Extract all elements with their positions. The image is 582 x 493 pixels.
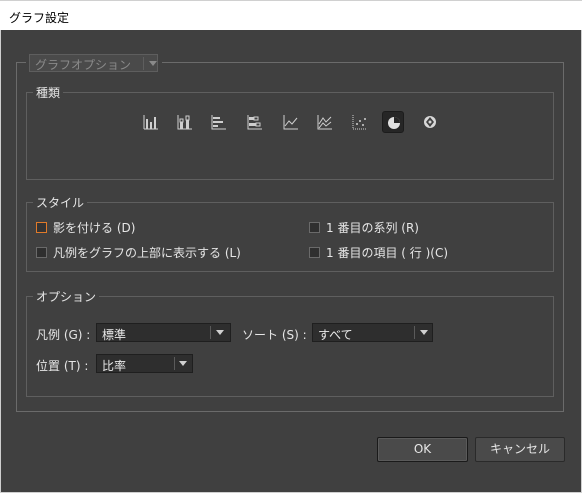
legend-top-checkbox-label: 凡例をグラフの上部に表示する (L) xyxy=(53,246,241,260)
sort-select-value: すべて xyxy=(318,328,353,342)
legend-top-checkbox-box[interactable] xyxy=(36,247,47,258)
legend-select-label: 凡例 (G) : xyxy=(36,328,91,342)
sort-select[interactable]: すべて xyxy=(312,323,433,342)
graph-option-dropdown-label: グラフオプション xyxy=(35,58,132,72)
radar-graph-icon[interactable] xyxy=(419,111,441,133)
dropdown-separator xyxy=(143,57,144,70)
graph-option-dropdown[interactable]: グラフオプション xyxy=(26,54,162,72)
position-select[interactable]: 比率 xyxy=(96,354,193,373)
option-group: オプション xyxy=(26,288,554,397)
dropdown-separator xyxy=(210,326,211,339)
first-item-checkbox-label: 1 番目の項目 ( 行 )(C) xyxy=(326,246,448,260)
type-group-legend: 種類 xyxy=(33,84,64,101)
shadow-checkbox[interactable]: 影を付ける (D) xyxy=(36,219,135,236)
shadow-checkbox-label: 影を付ける (D) xyxy=(53,221,136,235)
chevron-down-icon xyxy=(420,330,428,335)
chevron-down-icon xyxy=(149,61,157,66)
legend-top-checkbox[interactable]: 凡例をグラフの上部に表示する (L) xyxy=(36,244,241,261)
title-bar: グラフ設定 xyxy=(0,0,582,30)
shadow-checkbox-box[interactable] xyxy=(36,222,47,233)
line-graph-icon[interactable] xyxy=(280,111,302,133)
position-select-value: 比率 xyxy=(102,359,127,373)
first-item-checkbox-box[interactable] xyxy=(309,247,320,258)
sort-select-label: ソート (S) : xyxy=(242,328,307,342)
dropdown-separator xyxy=(174,357,175,370)
first-series-checkbox-label: 1 番目の系列 (R) xyxy=(326,221,419,235)
graph-option-dropdown-box[interactable]: グラフオプション xyxy=(29,54,158,72)
chevron-down-icon xyxy=(179,361,187,366)
first-series-checkbox[interactable]: 1 番目の系列 (R) xyxy=(309,219,419,236)
stacked-column-graph-icon[interactable] xyxy=(174,111,196,133)
column-graph-icon[interactable] xyxy=(140,111,162,133)
area-graph-icon[interactable] xyxy=(314,111,336,133)
position-select-label: 位置 (T) : xyxy=(36,359,89,373)
dropdown-separator xyxy=(414,326,415,339)
window-title: グラフ設定 xyxy=(9,11,70,25)
type-group: 種類 xyxy=(26,84,554,180)
legend-select[interactable]: 標準 xyxy=(96,323,231,342)
pie-graph-icon[interactable] xyxy=(382,111,404,133)
cancel-button[interactable]: キャンセル xyxy=(475,437,565,462)
option-group-legend: オプション xyxy=(33,288,100,305)
style-group: スタイル xyxy=(26,194,554,272)
legend-select-value: 標準 xyxy=(102,328,127,342)
bar-graph-icon[interactable] xyxy=(208,111,230,133)
stacked-bar-graph-icon[interactable] xyxy=(244,111,266,133)
style-group-legend: スタイル xyxy=(33,194,88,211)
first-series-checkbox-box[interactable] xyxy=(309,222,320,233)
chevron-down-icon xyxy=(216,330,224,335)
ok-button[interactable]: OK xyxy=(377,437,468,462)
first-item-checkbox[interactable]: 1 番目の項目 ( 行 )(C) xyxy=(309,244,448,261)
scatter-graph-icon[interactable] xyxy=(349,111,371,133)
